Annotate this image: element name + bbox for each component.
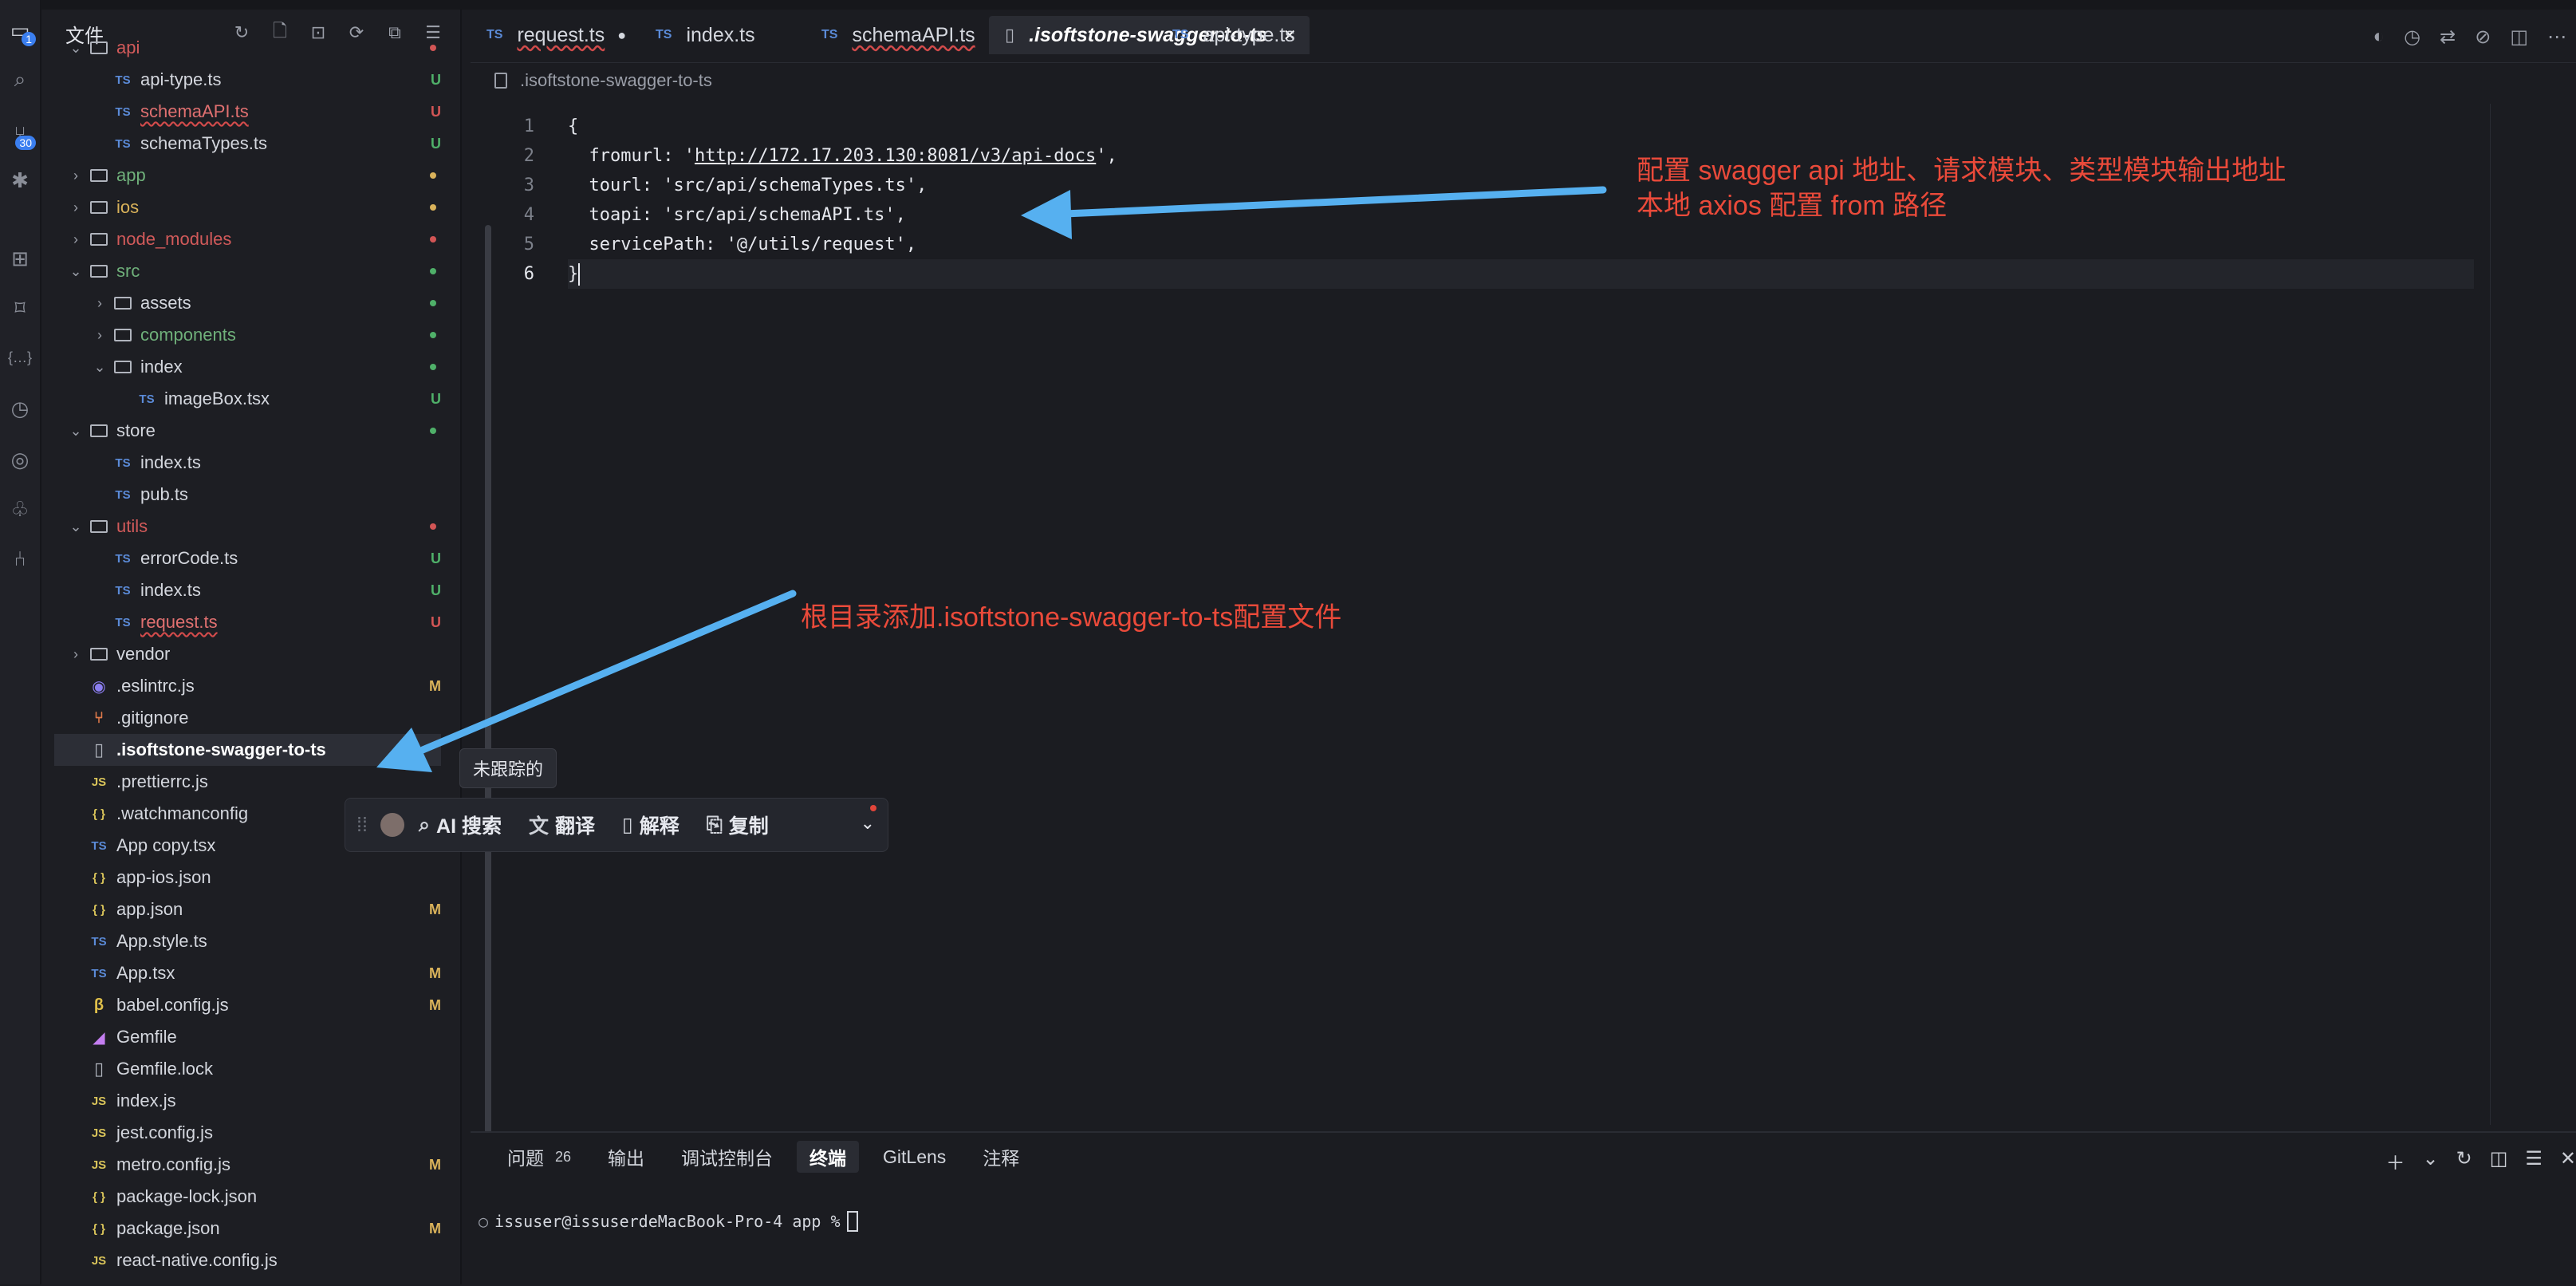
annotation-root-file: 根目录添加.isoftstone-swagger-to-ts配置文件 (801, 602, 1342, 633)
split-terminal-icon[interactable]: ◫ (2490, 1147, 2508, 1175)
panel-tab[interactable]: 问题 26 (494, 1141, 584, 1173)
avatar[interactable] (380, 813, 404, 837)
copy-icon: ⎘ (706, 813, 723, 836)
notification-dot (870, 805, 876, 811)
close-icon[interactable]: ✕ (2560, 1147, 2576, 1175)
translate-icon: 文 (528, 815, 549, 838)
ai-toolbar: ⁞⁞ ⌕ AI 搜索 文翻译 ▯ 解释 ⎘ 复制 ⌄ (345, 798, 888, 852)
prompt-circle-icon: ○ (479, 1212, 489, 1231)
book-icon: ▯ (622, 814, 633, 836)
chevron-down-icon[interactable]: ⌄ (2422, 1147, 2438, 1175)
settings-icon[interactable]: ☰ (2525, 1147, 2543, 1175)
annotation-config-line1: 配置 swagger api 地址、请求模块、类型模块输出地址 (1637, 156, 2286, 186)
untracked-tooltip: 未跟踪的 (459, 748, 557, 788)
terminal-prompt: issuser@issuserdeMacBook-Pro-4 app % (494, 1212, 841, 1231)
arrow-to-config (1021, 186, 1607, 239)
new-terminal-icon[interactable]: ＋ (2385, 1147, 2405, 1175)
panel-tab-label: 问题 (507, 1148, 544, 1169)
explain-label: 解释 (639, 815, 679, 838)
copy-button[interactable]: ⎘ 复制 (707, 811, 769, 839)
panel-tab-label: GitLens (883, 1146, 947, 1167)
panel-tab-label: 调试控制台 (681, 1148, 774, 1169)
ai-search-button[interactable]: ⌕ AI 搜索 (419, 811, 502, 839)
panel-tab[interactable]: 调试控制台 (668, 1141, 786, 1173)
chevron-down-icon[interactable]: ⌄ (861, 813, 875, 834)
panel-tabs: 问题 26 输出 调试控制台 终端 GitLens 注释 (494, 1141, 1032, 1173)
ai-search-icon: ⌕ (419, 813, 431, 836)
terminal[interactable]: ○ issuser@issuserdeMacBook-Pro-4 app % (479, 1211, 858, 1232)
panel-tab[interactable]: 注释 (970, 1141, 1032, 1173)
ai-search-label: AI 搜索 (436, 815, 502, 838)
panel-actions: ＋ ⌄ ↻ ◫ ☰ ✕ (2385, 1147, 2576, 1175)
panel-tab-label: 输出 (608, 1148, 645, 1169)
copy-label: 复制 (728, 815, 769, 838)
panel-tab[interactable]: 终端 (797, 1141, 860, 1173)
annotation-config-line2: 本地 axios 配置 from 路径 (1637, 191, 1948, 221)
annotation-arrows (376, 186, 1607, 772)
restart-icon[interactable]: ↻ (2456, 1147, 2472, 1175)
explain-button[interactable]: ▯ 解释 (622, 811, 679, 839)
problem-count-badge: 26 (555, 1148, 572, 1165)
terminal-cursor (846, 1211, 858, 1232)
panel-tab-label: 终端 (809, 1148, 847, 1169)
translate-button[interactable]: 文翻译 (529, 811, 595, 839)
panel-tab-label: 注释 (983, 1148, 1020, 1169)
arrow-to-file (376, 590, 797, 772)
panel-tab[interactable]: GitLens (870, 1141, 959, 1173)
bottom-panel: 问题 26 输出 调试控制台 终端 GitLens 注释 ＋ ⌄ ↻ ◫ ☰ ✕ ○ iss… (471, 1131, 2576, 1286)
panel-tab[interactable]: 输出 (595, 1141, 657, 1173)
translate-label: 翻译 (554, 815, 595, 838)
drag-handle[interactable]: ⁞⁞ (356, 814, 368, 837)
